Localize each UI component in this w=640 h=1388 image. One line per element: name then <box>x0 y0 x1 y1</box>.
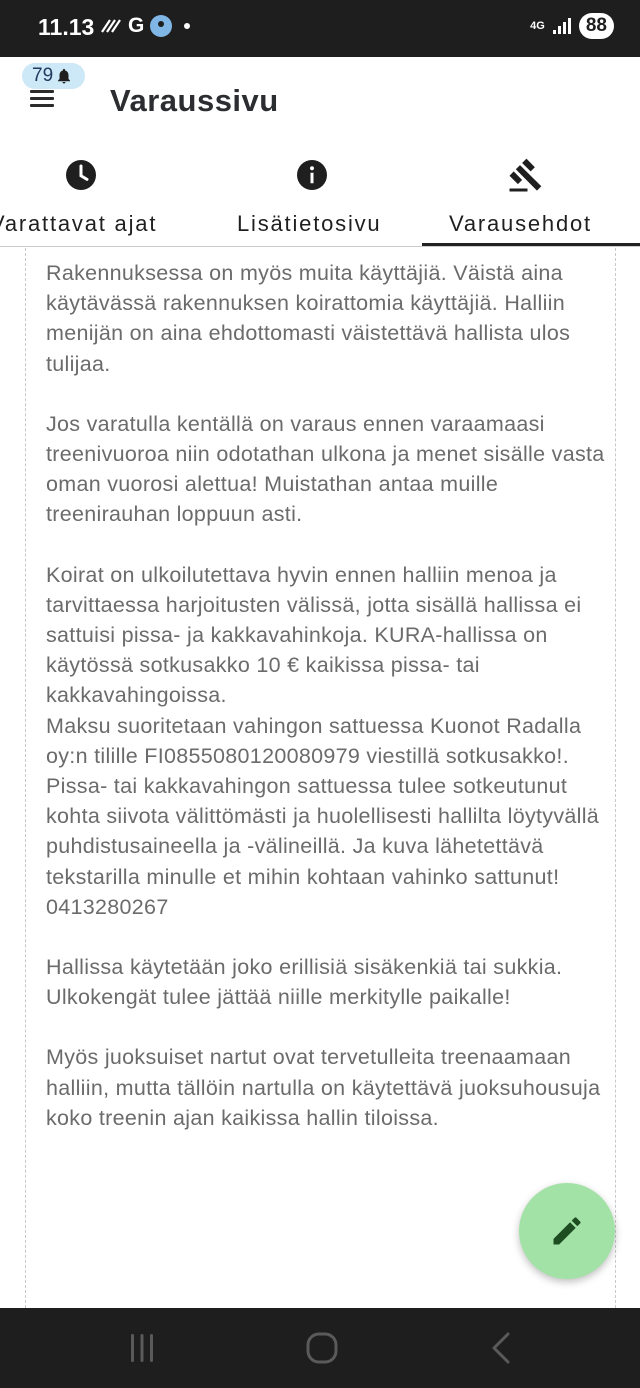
edit-fab-button[interactable] <box>519 1183 615 1279</box>
terms-paragraph: Rakennuksessa on myös muita käyttäjiä. V… <box>46 261 571 376</box>
status-bar: 11.13 G 4G 88 <box>0 0 640 57</box>
app-bar: 79 Varaussivu <box>0 57 640 145</box>
clock-icon <box>66 160 96 190</box>
terms-paragraph: Jos varatulla kentällä on varaus ennen v… <box>46 411 605 527</box>
tab-label: Varausehdot <box>449 211 592 236</box>
status-time: 11.13 <box>38 14 95 40</box>
battery-level: 88 <box>578 13 614 39</box>
terms-paragraph: Myös juoksuiset nartut ovat tervetulleit… <box>46 1045 601 1130</box>
location-icon <box>150 15 173 37</box>
tab-divider <box>0 246 640 247</box>
home-icon[interactable] <box>302 1328 342 1368</box>
tab-varausehdot[interactable]: Varausehdot <box>422 145 640 245</box>
terms-paragraph: Koirat on ulkoilutettava hyvin ennen hal… <box>46 562 600 919</box>
terms-content-panel[interactable]: Rakennuksessa on myös muita käyttäjiä. V… <box>25 248 616 1308</box>
network-type: 4G <box>530 20 545 32</box>
status-left-icons: G <box>100 14 191 38</box>
tab-selected-indicator <box>422 243 640 246</box>
tab-lisatietosivu[interactable]: Lisätietosivu <box>210 145 410 245</box>
data-saver-icon <box>101 19 121 33</box>
menu-icon[interactable] <box>30 90 54 108</box>
tab-label: Lisätietosivu <box>237 211 382 236</box>
tab-bar: Varattavat ajat Lisätietosivu Varausehdo… <box>0 145 640 248</box>
tab-varattavat-ajat[interactable]: Varattavat ajat <box>0 145 200 245</box>
gavel-icon <box>509 158 542 192</box>
page-title: Varaussivu <box>110 83 279 118</box>
tab-label: Varattavat ajat <box>0 211 158 236</box>
recent-apps-icon[interactable] <box>122 1328 162 1368</box>
google-icon: G <box>128 14 145 37</box>
notification-dot-icon <box>184 23 191 29</box>
back-icon[interactable] <box>482 1328 522 1368</box>
terms-text: Rakennuksessa on myös muita käyttäjiä. V… <box>46 258 606 1163</box>
bell-icon <box>58 68 71 84</box>
notification-count: 79 <box>32 65 54 86</box>
notification-badge[interactable]: 79 <box>22 63 86 89</box>
signal-icon <box>552 18 571 34</box>
status-right-icons: 4G 88 <box>530 13 614 39</box>
info-icon <box>297 160 327 190</box>
terms-paragraph: Hallissa käytetään joko erillisiä sisäke… <box>46 955 563 1010</box>
edit-icon <box>553 1217 581 1245</box>
system-nav-bar <box>0 1308 640 1388</box>
